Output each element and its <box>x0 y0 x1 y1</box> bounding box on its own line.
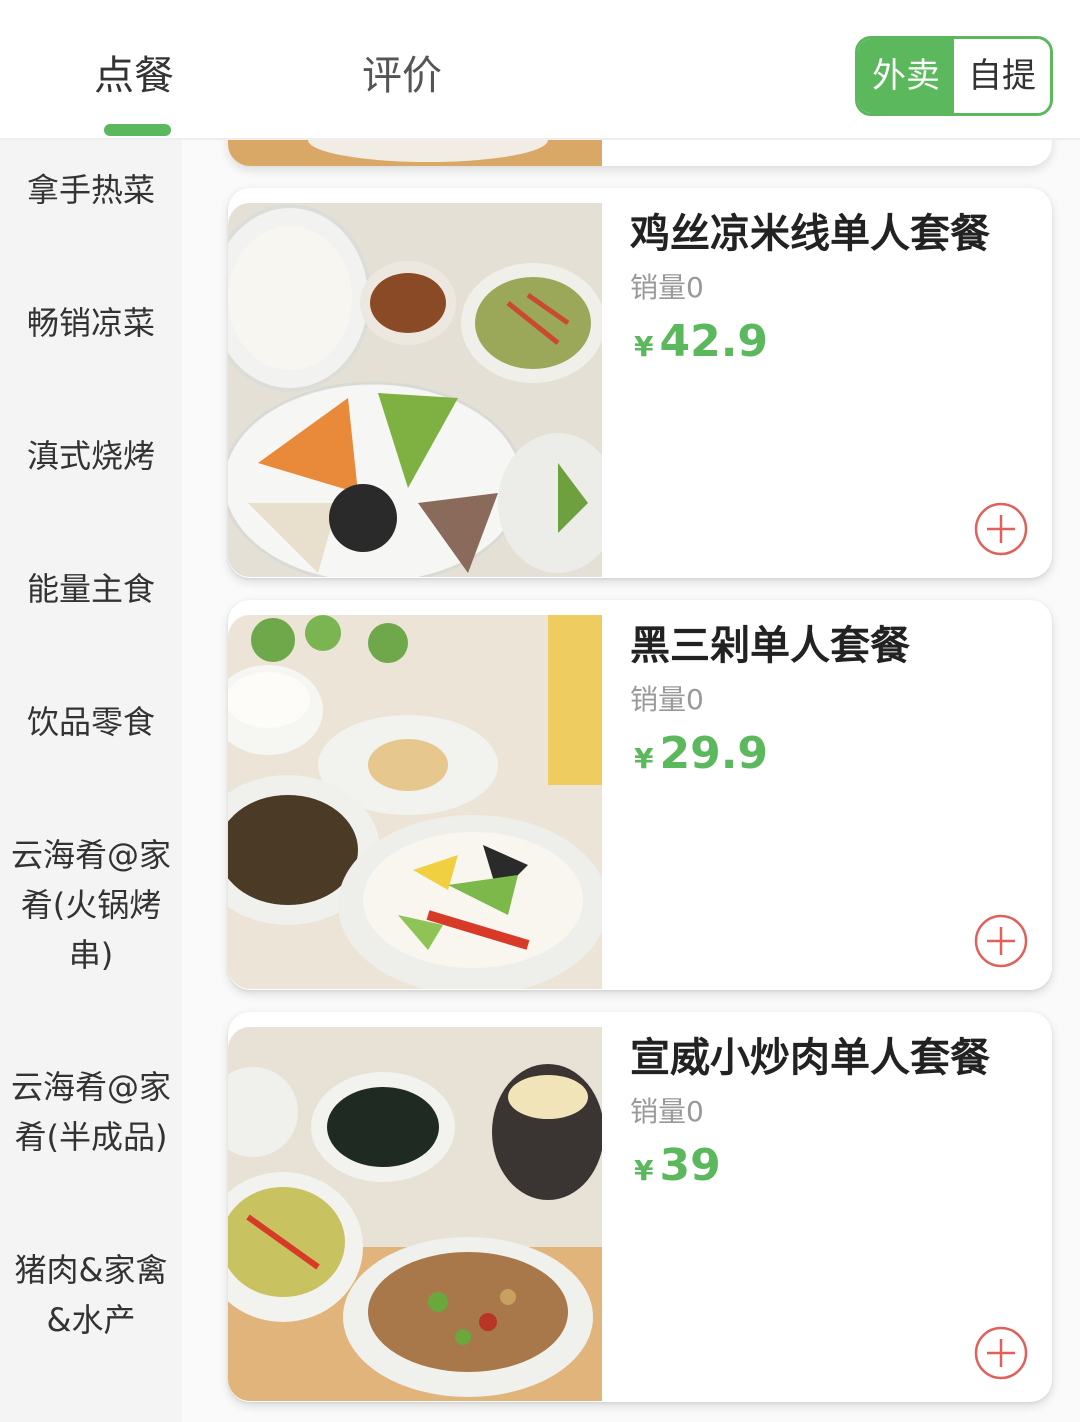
plus-circle-icon <box>974 1326 1028 1380</box>
dish-name: 宣威小炒肉单人套餐 <box>630 1035 990 1081</box>
delivery-option[interactable]: 外卖 <box>858 39 954 113</box>
plus-circle-icon <box>974 914 1028 968</box>
dish-price: ¥29.9 <box>634 728 768 779</box>
sidebar-item-hotpot-skewers[interactable]: 云海肴@家肴(火锅烤串) <box>0 830 182 980</box>
add-to-cart-button[interactable] <box>974 1326 1028 1380</box>
sidebar-item-label: 能量主食 <box>26 570 155 608</box>
dish-name: 黑三剁单人套餐 <box>630 623 910 669</box>
currency-symbol: ¥ <box>634 330 654 363</box>
sidebar-item-label: 滇式烧烤 <box>26 437 155 475</box>
dish-sales: 销量0 <box>630 683 704 716</box>
pickup-option[interactable]: 自提 <box>954 39 1050 113</box>
category-sidebar: 拿手热菜 畅销凉菜 滇式烧烤 能量主食 饮品零食 云海肴@家肴(火锅烤串) 云海… <box>0 140 182 1422</box>
dish-name: 鸡丝凉米线单人套餐 <box>630 211 990 257</box>
sidebar-item-label: 猪肉&家禽&水产 <box>14 1251 168 1339</box>
menu-list: 鸡丝凉米线单人套餐 销量0 ¥42.9 黑三剁单人套餐 销量0 ¥ 29.9 宣… <box>182 140 1080 1422</box>
add-to-cart-button[interactable] <box>974 502 1028 556</box>
sidebar-item-pork-poultry-seafood[interactable]: 猪肉&家禽&水产 <box>0 1245 182 1345</box>
dish-price: ¥42.9 <box>634 316 768 367</box>
add-to-cart-button[interactable] <box>974 914 1028 968</box>
sidebar-item-staple-food[interactable]: 能量主食 <box>0 564 182 614</box>
previous-dish-photo <box>228 140 602 166</box>
dish-card[interactable]: 鸡丝凉米线单人套餐 销量0 ¥42.9 <box>228 188 1052 578</box>
sidebar-item-label: 饮品零食 <box>26 703 155 741</box>
dish-card[interactable]: 黑三剁单人套餐 销量0 ¥29.9 <box>228 600 1052 990</box>
sidebar-item-signature-hot-dishes[interactable]: 拿手热菜 <box>0 165 182 215</box>
rice-noodle-set-photo[interactable] <box>228 203 602 577</box>
plus-circle-icon <box>974 502 1028 556</box>
top-bar: 点餐 评价 外卖 自提 <box>0 0 1080 140</box>
app-root: 点餐 评价 外卖 自提 拿手热菜 畅销凉菜 滇式烧烤 能量主食 饮品零食 云海肴… <box>0 0 1080 1422</box>
dish-sales: 销量0 <box>630 271 704 304</box>
price-value: 42.9 <box>659 316 769 367</box>
currency-symbol: ¥ <box>634 742 654 775</box>
price-value: 29.9 <box>659 728 769 779</box>
tab-order[interactable]: 点餐 <box>94 48 174 104</box>
sidebar-item-label: 云海肴@家肴(火锅烤串) <box>10 836 171 974</box>
hei-san-duo-set-photo[interactable] <box>228 615 602 989</box>
dish-card[interactable]: 宣威小炒肉单人套餐 销量0 ¥39 <box>228 1012 1052 1402</box>
stir-fry-pork-set-photo[interactable] <box>228 1027 602 1401</box>
sidebar-item-label: 云海肴@家肴(半成品) <box>10 1068 171 1156</box>
tab-review[interactable]: 评价 <box>362 48 442 104</box>
sidebar-item-drinks-snacks[interactable]: 饮品零食 <box>0 697 182 747</box>
sidebar-item-semi-finished[interactable]: 云海肴@家肴(半成品) <box>0 1062 182 1162</box>
sidebar-item-label: 拿手热菜 <box>26 171 155 209</box>
sidebar-item-yunnan-bbq[interactable]: 滇式烧烤 <box>0 431 182 481</box>
sidebar-item-cold-dishes[interactable]: 畅销凉菜 <box>0 298 182 348</box>
delivery-mode-switch: 外卖 自提 <box>855 36 1053 116</box>
active-tab-indicator <box>104 124 171 136</box>
sidebar-item-label: 畅销凉菜 <box>26 304 155 342</box>
dish-price: ¥39 <box>634 1140 721 1191</box>
currency-symbol: ¥ <box>634 1154 654 1187</box>
price-value: 39 <box>659 1140 721 1191</box>
previous-dish-card-partial <box>228 140 1052 166</box>
dish-sales: 销量0 <box>630 1095 704 1128</box>
